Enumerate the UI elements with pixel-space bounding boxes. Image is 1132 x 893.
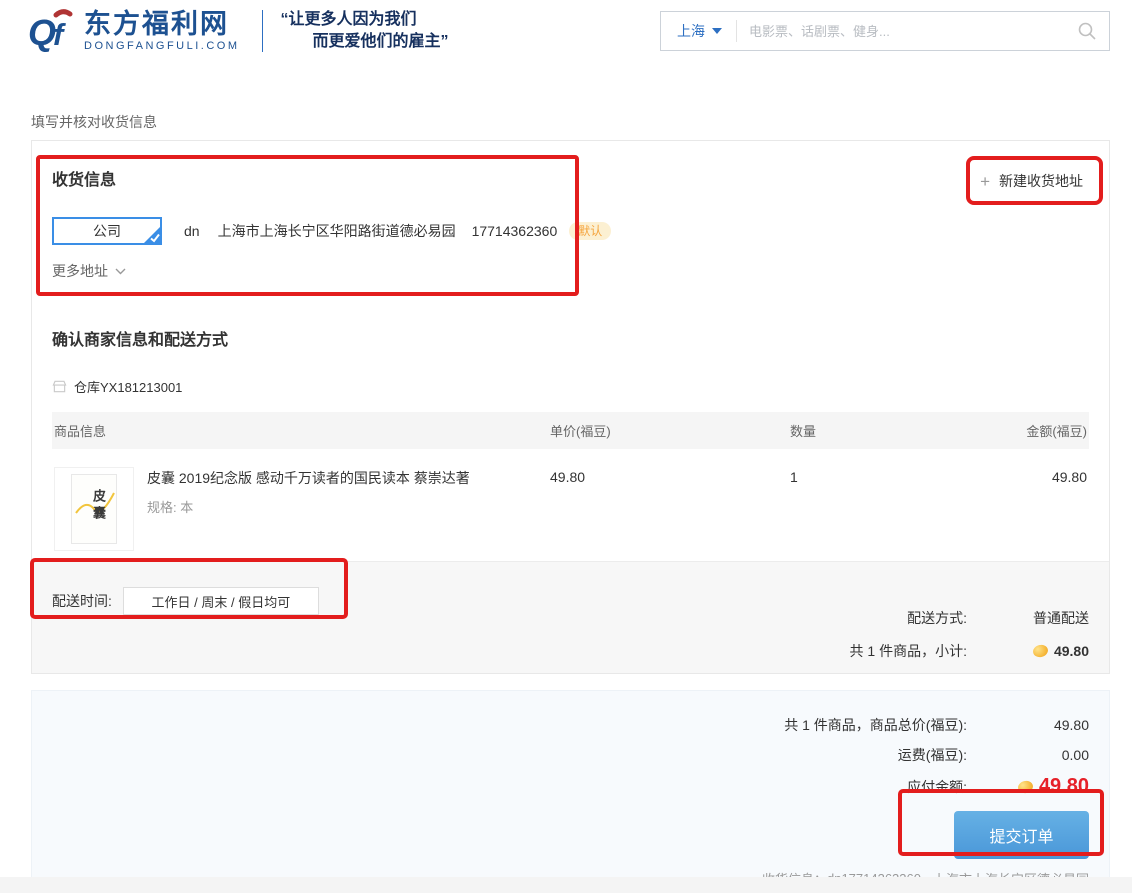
delivery-time-row: 配送时间: 工作日 / 周末 / 假日均可 — [52, 587, 319, 615]
book-cover-title: 皮囊 — [89, 489, 108, 523]
col-header-unit-price: 单价(福豆) — [550, 421, 790, 440]
shipping-fee-value: 0.00 — [967, 747, 1089, 763]
payable-label: 应付金额: — [907, 777, 967, 797]
chevron-down-icon — [115, 268, 126, 275]
main-content: 收货信息 + 新建收货地址 公司 dn 上海市上海长宁区华阳路街道德必易园 17… — [31, 140, 1110, 890]
payable-row: 应付金额: 49.80 — [52, 775, 1089, 798]
warehouse-label: 仓库YX181213001 — [74, 377, 182, 396]
caret-down-icon — [712, 28, 722, 34]
goods-table: 商品信息 单价(福豆) 数量 金额(福豆) 皮囊 — [52, 412, 1089, 561]
book-cover: 皮囊 — [71, 474, 117, 544]
city-selector[interactable]: 上海 — [661, 21, 736, 41]
new-address-label: 新建收货地址 — [999, 171, 1083, 191]
search-icon[interactable] — [1077, 21, 1097, 41]
svg-text:Q: Q — [28, 12, 56, 53]
table-header-row: 商品信息 单价(福豆) 数量 金额(福豆) — [52, 412, 1089, 449]
brand-slogan: “让更多人因为我们 而更爱他们的雇主” — [281, 9, 449, 53]
new-address-button[interactable]: + 新建收货地址 — [974, 171, 1089, 191]
delivery-time-label: 配送时间: — [52, 591, 112, 611]
delivery-band: 配送时间: 工作日 / 周末 / 假日均可 配送方式: 普通配送 共 1 件商品… — [32, 561, 1109, 673]
checkout-summary-panel: 共 1 件商品，商品总价(福豆): 49.80 运费(福豆): 0.00 应付金… — [31, 690, 1110, 890]
city-label: 上海 — [677, 21, 705, 41]
total-price-value: 49.80 — [967, 717, 1089, 733]
coin-icon — [1032, 643, 1049, 658]
submit-order-button[interactable]: 提交订单 — [954, 811, 1089, 859]
product-spec: 规格: 本 — [147, 497, 470, 516]
merchant-section-title: 确认商家信息和配送方式 — [52, 329, 1089, 353]
warehouse-row: 仓库YX181213001 — [52, 377, 1089, 396]
site-header: Q f 东方福利网 DONGFANGFULI.COM “让更多人因为我们 而更爱… — [0, 0, 1132, 62]
delivery-time-select[interactable]: 工作日 / 周末 / 假日均可 — [123, 587, 319, 615]
col-header-amount: 金额(福豆) — [980, 421, 1087, 440]
logo[interactable]: Q f 东方福利网 DONGFANGFULI.COM “让更多人因为我们 而更爱… — [28, 7, 449, 55]
total-price-label: 共 1 件商品，商品总价(福豆): — [784, 715, 967, 735]
logo-divider — [262, 10, 263, 52]
search-box: 上海 — [660, 11, 1110, 51]
table-row: 皮囊 皮囊 2019纪念版 感动千万读者的国民读本 蔡崇达著 规格: 本 49.… — [52, 449, 1089, 561]
col-header-quantity: 数量 — [790, 421, 980, 440]
payable-value: 49.80 — [1039, 775, 1089, 798]
col-header-product: 商品信息 — [54, 421, 550, 440]
amount: 49.80 — [980, 467, 1087, 485]
shipping-fee-row: 运费(福豆): 0.00 — [52, 745, 1089, 765]
delivery-method-value: 普通配送 — [967, 608, 1089, 628]
recipient-name: dn — [184, 223, 200, 239]
checkmark-icon — [143, 226, 161, 244]
address-row: 公司 dn 上海市上海长宁区华阳路街道德必易园 17714362360 默认 — [52, 217, 1089, 245]
quantity: 1 — [790, 467, 980, 485]
slogan-line2: 而更爱他们的雇主” — [281, 31, 449, 53]
page-footer-strip — [0, 877, 1132, 893]
subtotal-label: 共 1 件商品，小计: — [850, 641, 967, 661]
subtotal-value: 49.80 — [1054, 643, 1089, 659]
svg-text:f: f — [53, 17, 66, 52]
address-text: 上海市上海长宁区华阳路街道德必易园 — [218, 221, 456, 241]
default-badge: 默认 — [569, 222, 611, 240]
product-thumbnail[interactable]: 皮囊 — [54, 467, 134, 551]
product-title[interactable]: 皮囊 2019纪念版 感动千万读者的国民读本 蔡崇达著 — [147, 469, 470, 487]
total-price-row: 共 1 件商品，商品总价(福豆): 49.80 — [52, 715, 1089, 735]
shipping-fee-label: 运费(福豆): — [898, 745, 967, 765]
address-tag-label: 公司 — [93, 221, 121, 241]
coin-icon — [1017, 779, 1034, 794]
shipping-section-title: 收货信息 — [52, 169, 116, 193]
unit-price: 49.80 — [550, 467, 790, 485]
page-title: 填写并核对收货信息 — [31, 115, 1132, 129]
brand-name: 东方福利网 — [84, 10, 240, 38]
more-addresses-button[interactable]: 更多地址 — [52, 261, 126, 281]
plus-icon: + — [980, 173, 990, 190]
brand-logo-icon: Q f — [28, 7, 76, 55]
search-input[interactable] — [737, 24, 1077, 39]
store-icon — [52, 379, 67, 394]
brand-domain: DONGFANGFULI.COM — [84, 40, 240, 52]
delivery-method-label: 配送方式: — [907, 608, 967, 628]
order-panel: 收货信息 + 新建收货地址 公司 dn 上海市上海长宁区华阳路街道德必易园 17… — [31, 140, 1110, 674]
subtotal-row: 共 1 件商品，小计: 49.80 — [850, 641, 1089, 661]
phone-number: 17714362360 — [472, 223, 558, 239]
more-addresses-label: 更多地址 — [52, 261, 108, 281]
delivery-method-row: 配送方式: 普通配送 — [850, 608, 1089, 628]
slogan-line1: “让更多人因为我们 — [281, 9, 449, 31]
address-tag-company[interactable]: 公司 — [52, 217, 162, 245]
